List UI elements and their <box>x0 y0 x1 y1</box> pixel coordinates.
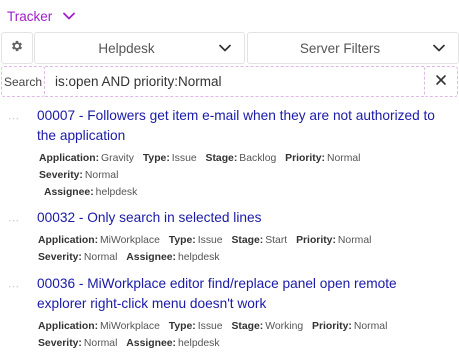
field-value: Normal <box>83 338 118 349</box>
settings-button[interactable] <box>1 32 33 64</box>
issue-meta: Application: MiWorkplace Type: Issue Stage… <box>0 318 447 352</box>
field-label: Application: <box>38 235 99 246</box>
field-value: Normal <box>84 170 119 181</box>
field-label: Priority: <box>285 153 325 164</box>
field-label: Severity: <box>38 338 82 349</box>
field-value: Backlog <box>239 153 277 164</box>
field-label: Application: <box>38 321 99 332</box>
field-label: Application: <box>39 153 100 164</box>
field-value: Start <box>265 235 288 246</box>
field-value: Normal <box>353 321 388 332</box>
field-value: Issue <box>171 153 197 164</box>
issue-list: ⋯ 00007 - Followers get item e-mail when… <box>0 106 459 352</box>
list-item: ⋯ 00036 - MiWorkplace editor find/replac… <box>0 274 459 352</box>
field-value: helpdesk <box>95 187 138 198</box>
field-label: Assignee: <box>126 338 176 349</box>
issue-title-link[interactable]: 00032 - Only search in selected lines <box>37 208 447 228</box>
field-value: Normal <box>327 153 361 164</box>
field-label: Stage: <box>205 153 238 164</box>
drag-handle-icon[interactable]: ⋯ <box>8 214 20 227</box>
field-value: Working <box>265 321 304 332</box>
field-label: Stage: <box>231 235 264 246</box>
search-input[interactable] <box>45 66 424 97</box>
close-icon <box>435 73 447 91</box>
field-value: Gravity <box>101 153 134 164</box>
filter-bar: Helpdesk Server Filters <box>0 32 459 64</box>
drag-handle-icon[interactable]: ⋯ <box>8 280 20 293</box>
list-item: ⋯ 00007 - Followers get item e-mail when… <box>0 106 459 201</box>
field-label: Priority: <box>312 321 352 332</box>
field-label: Type: <box>168 321 196 332</box>
search-bar: Search <box>0 66 459 97</box>
list-item: ⋯ 00032 - Only search in selected lines … <box>0 208 459 266</box>
field-label: Severity: <box>39 170 83 181</box>
issue-meta: Application: Gravity Type: Issue Stage: Bac… <box>39 150 447 201</box>
app-title[interactable]: Tracker <box>7 9 52 24</box>
project-select[interactable]: Helpdesk <box>34 32 245 64</box>
chevron-down-icon <box>218 41 232 55</box>
issue-title-link[interactable]: 00007 - Followers get item e-mail when t… <box>37 106 447 146</box>
field-label: Priority: <box>296 235 336 246</box>
field-value: helpdesk <box>177 252 220 263</box>
field-label: Stage: <box>231 321 264 332</box>
field-label: Assignee: <box>44 187 94 198</box>
field-value: Issue <box>197 321 223 332</box>
issue-meta: Application: MiWorkplace Type: Issue Stage… <box>0 232 447 266</box>
chevron-down-icon <box>432 41 446 55</box>
field-label: Type: <box>142 153 170 164</box>
server-filters-select[interactable]: Server Filters <box>247 32 459 64</box>
field-value: Normal <box>337 235 372 246</box>
clear-search-button[interactable] <box>424 66 458 97</box>
assignee-row: Assignee: helpdesk <box>39 184 447 201</box>
server-filters-label: Server Filters <box>299 40 381 56</box>
field-label: Severity: <box>38 252 82 263</box>
field-value: Normal <box>83 252 118 263</box>
app-header: Tracker <box>0 0 459 32</box>
drag-handle-icon[interactable]: ⋯ <box>8 112 20 125</box>
field-value: MiWorkplace <box>100 321 160 332</box>
chevron-down-icon[interactable] <box>62 9 76 23</box>
field-value: helpdesk <box>177 338 220 349</box>
issue-title-link[interactable]: 00036 - MiWorkplace editor find/replace … <box>37 274 447 314</box>
field-value: MiWorkplace <box>100 235 160 246</box>
field-label: Type: <box>168 235 196 246</box>
field-label: Assignee: <box>126 252 176 263</box>
field-value: Issue <box>197 235 223 246</box>
project-select-label: Helpdesk <box>98 40 155 56</box>
search-label: Search <box>1 66 45 97</box>
gear-icon <box>10 39 24 58</box>
